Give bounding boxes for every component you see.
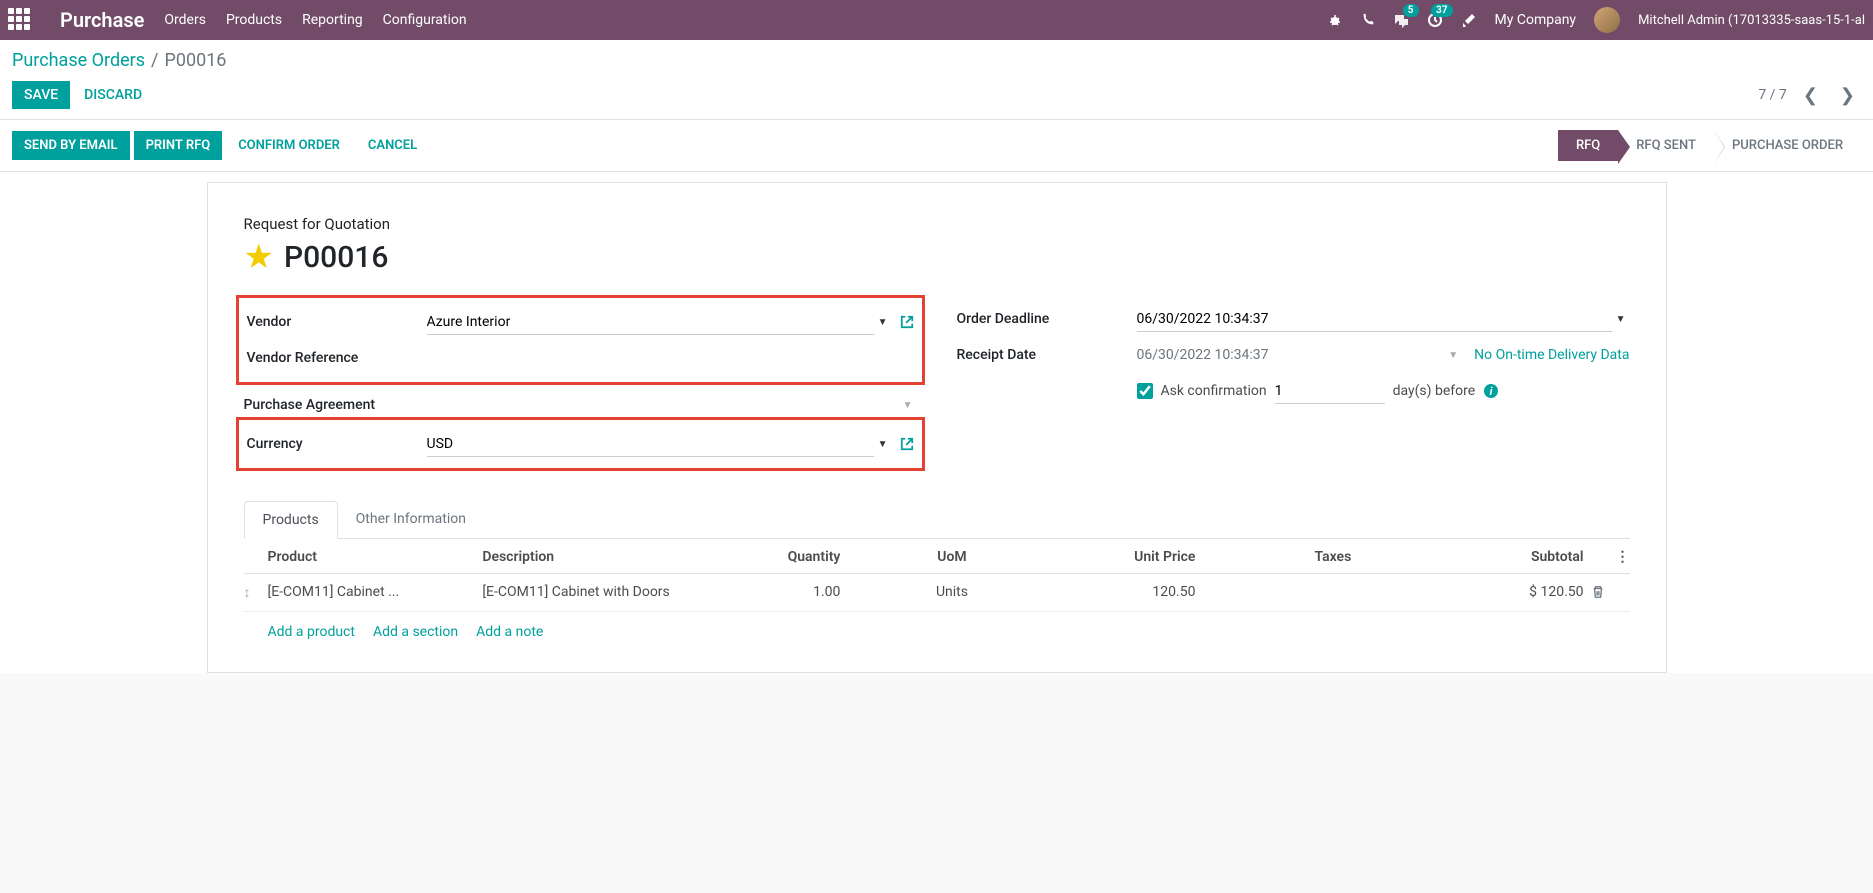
caret-down-icon[interactable]: ▼ xyxy=(1612,314,1630,325)
kebab-icon[interactable]: ⋮ xyxy=(1612,549,1630,565)
add-product-link[interactable]: Add a product xyxy=(268,624,355,640)
status-rfq[interactable]: RFQ xyxy=(1558,130,1618,161)
col-uom[interactable]: UoM xyxy=(880,549,1023,565)
pager-prev-icon[interactable]: ❮ xyxy=(1797,83,1824,108)
cell-uom[interactable]: Units xyxy=(880,584,1023,600)
nav-reporting[interactable]: Reporting xyxy=(302,12,363,28)
deadline-label: Order Deadline xyxy=(957,311,1137,327)
user-menu[interactable]: Mitchell Admin (17013335-saas-15-1-al xyxy=(1638,13,1865,28)
currency-label: Currency xyxy=(247,436,427,452)
nav-configuration[interactable]: Configuration xyxy=(383,12,467,28)
add-note-link[interactable]: Add a note xyxy=(476,624,543,640)
cell-quantity[interactable]: 1.00 xyxy=(697,584,880,600)
confirm-order-button[interactable]: CONFIRM ORDER xyxy=(226,131,352,160)
status-rfq-sent[interactable]: RFQ SENT xyxy=(1618,130,1714,161)
trash-icon[interactable] xyxy=(1591,584,1605,600)
vendor-label: Vendor xyxy=(247,314,427,330)
apps-icon[interactable] xyxy=(8,8,32,32)
col-unit-price[interactable]: Unit Price xyxy=(1024,549,1226,565)
external-link-icon[interactable] xyxy=(900,314,914,330)
pager: 7 / 7 ❮ ❯ xyxy=(1758,83,1861,108)
statusbar: RFQ RFQ SENT PURCHASE ORDER xyxy=(1558,130,1861,161)
avatar[interactable] xyxy=(1594,7,1620,33)
tab-products[interactable]: Products xyxy=(244,501,338,539)
chat-badge: 5 xyxy=(1403,4,1419,17)
drag-handle-icon[interactable]: ↕ xyxy=(244,585,251,601)
bug-icon[interactable] xyxy=(1327,12,1343,28)
control-row: SAVE DISCARD 7 / 7 ❮ ❯ xyxy=(0,77,1873,119)
grid-header: Product Description Quantity UoM Unit Pr… xyxy=(244,539,1630,574)
highlight-currency-block: Currency ▼ xyxy=(236,417,925,471)
breadcrumb: Purchase Orders / P00016 xyxy=(0,40,1873,77)
info-icon[interactable]: i xyxy=(1483,383,1499,399)
agreement-label: Purchase Agreement xyxy=(244,397,424,413)
col-quantity[interactable]: Quantity xyxy=(697,549,880,565)
phone-icon[interactable] xyxy=(1361,12,1375,28)
receipt-value[interactable]: 06/30/2022 10:34:37 xyxy=(1137,347,1269,363)
tabs: Products Other Information xyxy=(244,501,1630,539)
cell-subtotal: $ 120.50 xyxy=(1440,584,1583,600)
svg-text:i: i xyxy=(1490,385,1493,398)
deadline-field[interactable] xyxy=(1137,307,1612,332)
caret-down-icon[interactable]: ▼ xyxy=(874,439,892,450)
ask-confirmation-days[interactable] xyxy=(1275,379,1385,404)
agreement-field[interactable] xyxy=(424,393,899,417)
action-row: SEND BY EMAIL PRINT RFQ CONFIRM ORDER CA… xyxy=(0,120,1873,171)
no-delivery-data-link[interactable]: No On-time Delivery Data xyxy=(1474,347,1629,363)
discard-button[interactable]: DISCARD xyxy=(72,81,154,109)
form-title-label: Request for Quotation xyxy=(244,215,1630,233)
ask-confirmation-checkbox[interactable] xyxy=(1137,383,1153,399)
external-link-icon[interactable] xyxy=(900,436,914,452)
save-button[interactable]: SAVE xyxy=(12,81,70,109)
ask-confirmation-suffix: day(s) before xyxy=(1393,383,1476,399)
vendor-field[interactable] xyxy=(427,310,874,335)
topbar: Purchase Orders Products Reporting Confi… xyxy=(0,0,1873,40)
company-selector[interactable]: My Company xyxy=(1495,12,1577,28)
pager-text[interactable]: 7 / 7 xyxy=(1758,87,1786,103)
star-icon[interactable]: ★ xyxy=(244,237,274,277)
col-taxes[interactable]: Taxes xyxy=(1225,549,1440,565)
col-product[interactable]: Product xyxy=(268,549,483,565)
col-subtotal[interactable]: Subtotal xyxy=(1440,549,1583,565)
highlight-vendor-block: Vendor ▼ Vendor Reference xyxy=(236,295,925,385)
app-title[interactable]: Purchase xyxy=(60,8,144,32)
table-row[interactable]: ↕ [E-COM11] Cabinet ... [E-COM11] Cabine… xyxy=(244,574,1630,612)
currency-field[interactable] xyxy=(427,432,874,457)
tools-icon[interactable] xyxy=(1461,12,1477,28)
nav-products[interactable]: Products xyxy=(226,12,282,28)
chat-icon[interactable]: 5 xyxy=(1393,12,1409,28)
receipt-label: Receipt Date xyxy=(957,347,1137,363)
cell-unit-price[interactable]: 120.50 xyxy=(1024,584,1226,600)
breadcrumb-sep: / xyxy=(151,50,158,71)
breadcrumb-current: P00016 xyxy=(164,50,226,71)
activity-badge: 37 xyxy=(1431,4,1452,17)
status-purchase-order[interactable]: PURCHASE ORDER xyxy=(1714,130,1861,161)
tab-other-information[interactable]: Other Information xyxy=(338,501,484,538)
col-description[interactable]: Description xyxy=(482,549,697,565)
cell-description[interactable]: [E-COM11] Cabinet with Doors xyxy=(482,584,697,600)
vendor-ref-field[interactable] xyxy=(427,346,914,370)
pager-next-icon[interactable]: ❯ xyxy=(1834,83,1861,108)
caret-down-icon[interactable]: ▼ xyxy=(899,400,917,411)
breadcrumb-parent[interactable]: Purchase Orders xyxy=(12,50,145,71)
print-rfq-button[interactable]: PRINT RFQ xyxy=(134,131,223,160)
cancel-button[interactable]: CANCEL xyxy=(356,131,429,160)
nav-orders[interactable]: Orders xyxy=(164,12,206,28)
add-links: Add a product Add a section Add a note xyxy=(244,612,1630,640)
caret-down-icon[interactable]: ▼ xyxy=(874,317,892,328)
ask-confirmation-label: Ask confirmation xyxy=(1161,383,1267,399)
cell-product[interactable]: [E-COM11] Cabinet ... xyxy=(268,584,483,600)
vendor-ref-label: Vendor Reference xyxy=(247,350,427,366)
activity-icon[interactable]: 37 xyxy=(1427,12,1443,28)
add-section-link[interactable]: Add a section xyxy=(373,624,458,640)
record-title: P00016 xyxy=(284,240,388,275)
caret-down-icon[interactable]: ▼ xyxy=(1444,350,1462,361)
send-email-button[interactable]: SEND BY EMAIL xyxy=(12,131,130,160)
form-sheet: Request for Quotation ★ P00016 Vendor ▼ xyxy=(207,182,1667,673)
